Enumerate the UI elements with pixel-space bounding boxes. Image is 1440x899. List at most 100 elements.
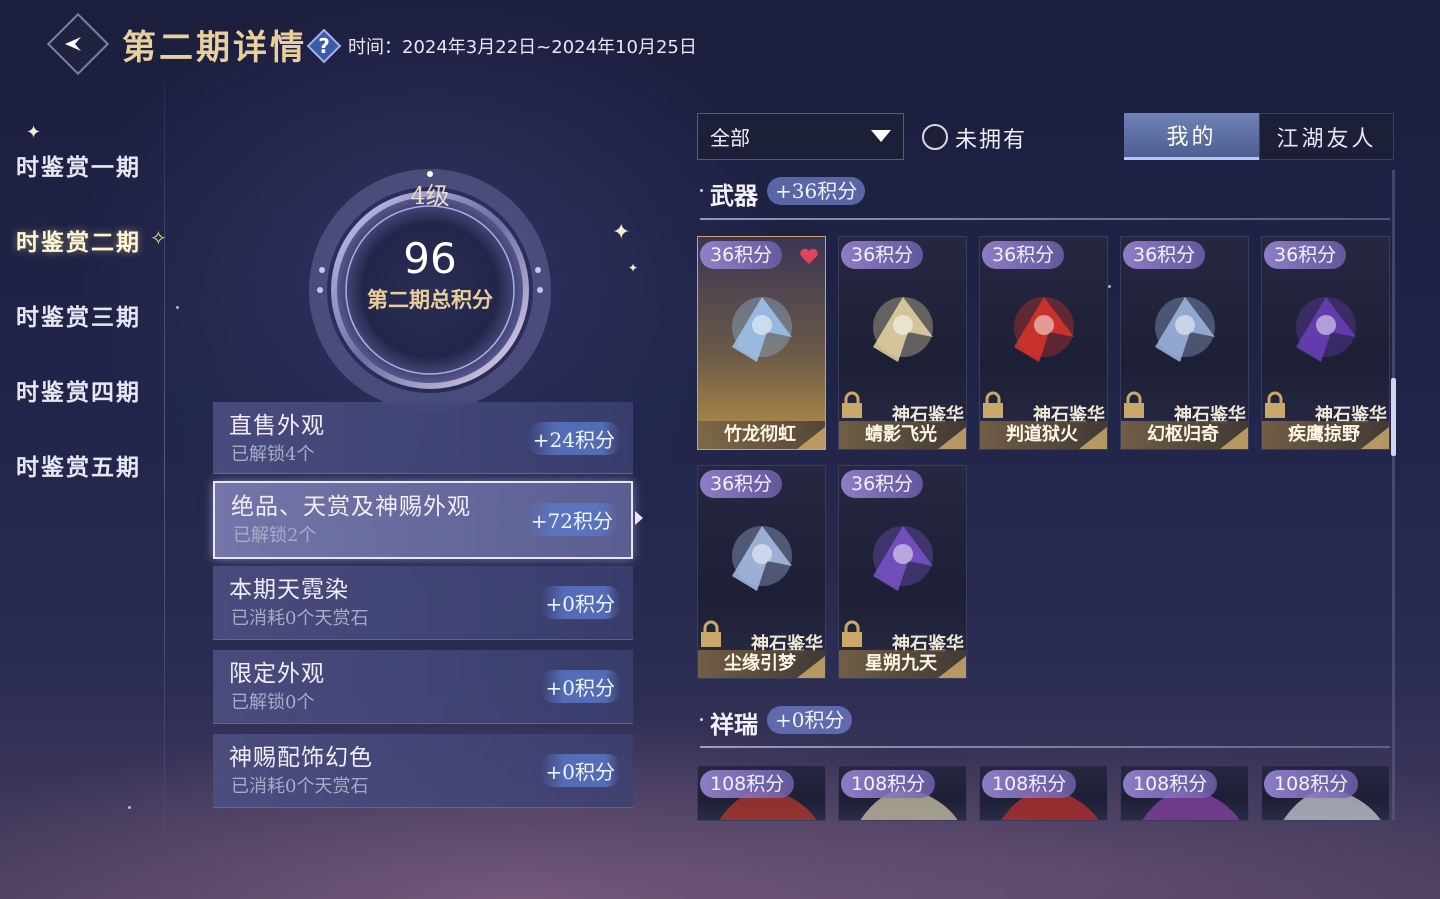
scrollbar-track[interactable] xyxy=(1392,170,1395,820)
lock-icon xyxy=(1124,391,1144,418)
item-card[interactable]: 108积分 xyxy=(979,765,1108,821)
section-divider xyxy=(700,218,1390,220)
category-points: +0积分 xyxy=(539,670,621,703)
item-name: 疾鹰掠野 xyxy=(1288,424,1360,445)
item-points: 108积分 xyxy=(700,770,795,798)
section-title-weapon: 武器 xyxy=(710,181,758,210)
item-points: 108积分 xyxy=(1123,770,1218,798)
quality-corner-icon xyxy=(938,427,966,449)
item-card[interactable]: 36积分 神石鉴华 蜻影飞光 xyxy=(838,236,967,450)
filter-dropdown[interactable]: 全部 xyxy=(697,113,904,160)
category-accessory-color[interactable]: 神赐配饰幻色 已消耗0个天赏石 +0积分 xyxy=(213,734,633,808)
filter-value: 全部 xyxy=(710,126,750,150)
item-card[interactable]: 36积分竹龙彻虹 xyxy=(697,236,826,450)
event-time: 时间：2024年3月22日~2024年10月25日 xyxy=(348,33,697,59)
star-dot xyxy=(1108,285,1111,288)
sparkle-icon: ✦ xyxy=(628,261,639,275)
item-card[interactable]: 36积分 神石鉴华 疾鹰掠野 xyxy=(1261,236,1390,450)
sidebar-item-period-1[interactable]: 时鉴赏一期 xyxy=(16,148,141,182)
tab-friends[interactable]: 江湖友人 xyxy=(1259,113,1394,160)
item-card[interactable]: 108积分 xyxy=(697,765,826,821)
item-artwork xyxy=(1296,297,1356,362)
heart-icon[interactable] xyxy=(799,247,819,265)
lock-icon xyxy=(983,391,1003,418)
quality-corner-icon xyxy=(938,656,966,678)
quality-corner-icon xyxy=(1361,427,1389,449)
item-points: 36积分 xyxy=(841,470,924,498)
item-card[interactable]: 36积分 神石鉴华 判道狱火 xyxy=(979,236,1108,450)
item-points: 36积分 xyxy=(1123,241,1206,269)
section-points-auspicious: +0积分 xyxy=(767,706,853,734)
item-card[interactable]: 108积分 xyxy=(1120,765,1249,821)
category-dye[interactable]: 本期天霓染 已消耗0个天赏石 +0积分 xyxy=(213,566,633,640)
category-direct-sale[interactable]: 直售外观 已解锁4个 +24积分 xyxy=(213,402,633,474)
bullet-dot xyxy=(700,189,703,192)
total-score-value: 96 xyxy=(403,234,457,283)
quality-corner-icon xyxy=(797,427,825,449)
total-score-caption: 第二期总积分 xyxy=(367,287,493,312)
item-points: 36积分 xyxy=(982,241,1065,269)
item-card[interactable]: 36积分 神石鉴华 幻枢归奇 xyxy=(1120,236,1249,450)
item-artwork xyxy=(1155,297,1215,362)
category-name: 绝品、天赏及神赐外观 xyxy=(231,494,471,520)
chevron-down-icon xyxy=(871,130,891,142)
item-artwork xyxy=(1014,297,1074,362)
item-name: 幻枢归奇 xyxy=(1147,424,1219,445)
category-points: +0积分 xyxy=(539,586,621,619)
item-points: 108积分 xyxy=(982,770,1077,798)
item-name: 竹龙彻虹 xyxy=(724,424,796,445)
star-dot xyxy=(176,306,179,309)
sparkle-icon: ✦ xyxy=(26,122,42,143)
back-button[interactable] xyxy=(46,12,110,76)
item-name: 星朔九天 xyxy=(865,653,937,674)
tab-mine[interactable]: 我的 xyxy=(1124,113,1259,160)
item-card[interactable]: 36积分 神石鉴华 尘缘引梦 xyxy=(697,465,826,679)
scrollbar-thumb[interactable] xyxy=(1391,378,1396,456)
category-points: +24积分 xyxy=(526,422,621,455)
item-points: 36积分 xyxy=(700,241,783,269)
category-premium[interactable]: 绝品、天赏及神赐外观 已解锁2个 +72积分 xyxy=(213,481,643,559)
category-status: 已消耗0个天赏石 xyxy=(231,608,369,629)
sidebar-item-period-2[interactable]: 时鉴赏二期 xyxy=(16,223,141,257)
svg-text:?: ? xyxy=(318,34,330,58)
help-icon[interactable]: ? xyxy=(306,28,342,64)
item-card[interactable]: 36积分 神石鉴华 星朔九天 xyxy=(838,465,967,679)
bullet-dot xyxy=(700,718,703,721)
category-limited[interactable]: 限定外观 已解锁0个 +0积分 xyxy=(213,650,633,724)
item-points: 36积分 xyxy=(1264,241,1347,269)
sparkle-icon: ✦ xyxy=(612,220,631,245)
item-artwork xyxy=(873,297,933,362)
item-card[interactable]: 108积分 xyxy=(838,765,967,821)
item-name: 尘缘引梦 xyxy=(724,653,796,674)
item-points: 36积分 xyxy=(841,241,924,269)
item-artwork xyxy=(732,526,792,591)
item-name: 判道狱火 xyxy=(1006,424,1078,445)
sidebar-divider xyxy=(164,84,165,834)
category-name: 神赐配饰幻色 xyxy=(229,745,373,771)
category-name: 直售外观 xyxy=(229,413,325,439)
item-points: 108积分 xyxy=(1264,770,1359,798)
unowned-radio[interactable] xyxy=(922,124,948,150)
category-status: 已解锁4个 xyxy=(231,444,315,465)
total-score-ring: 4级 96 第二期总积分 xyxy=(300,160,560,420)
active-indicator-icon: ✧ xyxy=(150,226,167,250)
sidebar-item-period-5[interactable]: 时鉴赏五期 xyxy=(16,448,141,482)
section-divider xyxy=(700,746,1390,748)
back-arrow-icon xyxy=(65,37,91,51)
sidebar-item-period-3[interactable]: 时鉴赏三期 xyxy=(16,298,141,332)
item-artwork xyxy=(732,297,792,362)
time-label: 时间： xyxy=(348,37,402,58)
lock-icon xyxy=(842,620,862,647)
item-points: 108积分 xyxy=(841,770,936,798)
unowned-label: 未拥有 xyxy=(955,128,1028,153)
quality-corner-icon xyxy=(1079,427,1107,449)
time-value: 2024年3月22日~2024年10月25日 xyxy=(402,37,697,58)
lock-icon xyxy=(842,391,862,418)
star-dot xyxy=(128,806,131,809)
category-name: 本期天霓染 xyxy=(229,577,349,603)
sidebar-item-period-4[interactable]: 时鉴赏四期 xyxy=(16,373,141,407)
category-status: 已消耗0个天赏石 xyxy=(231,776,369,797)
item-artwork xyxy=(873,526,933,591)
selected-arrow-icon xyxy=(635,511,643,525)
item-card[interactable]: 108积分 xyxy=(1261,765,1390,821)
